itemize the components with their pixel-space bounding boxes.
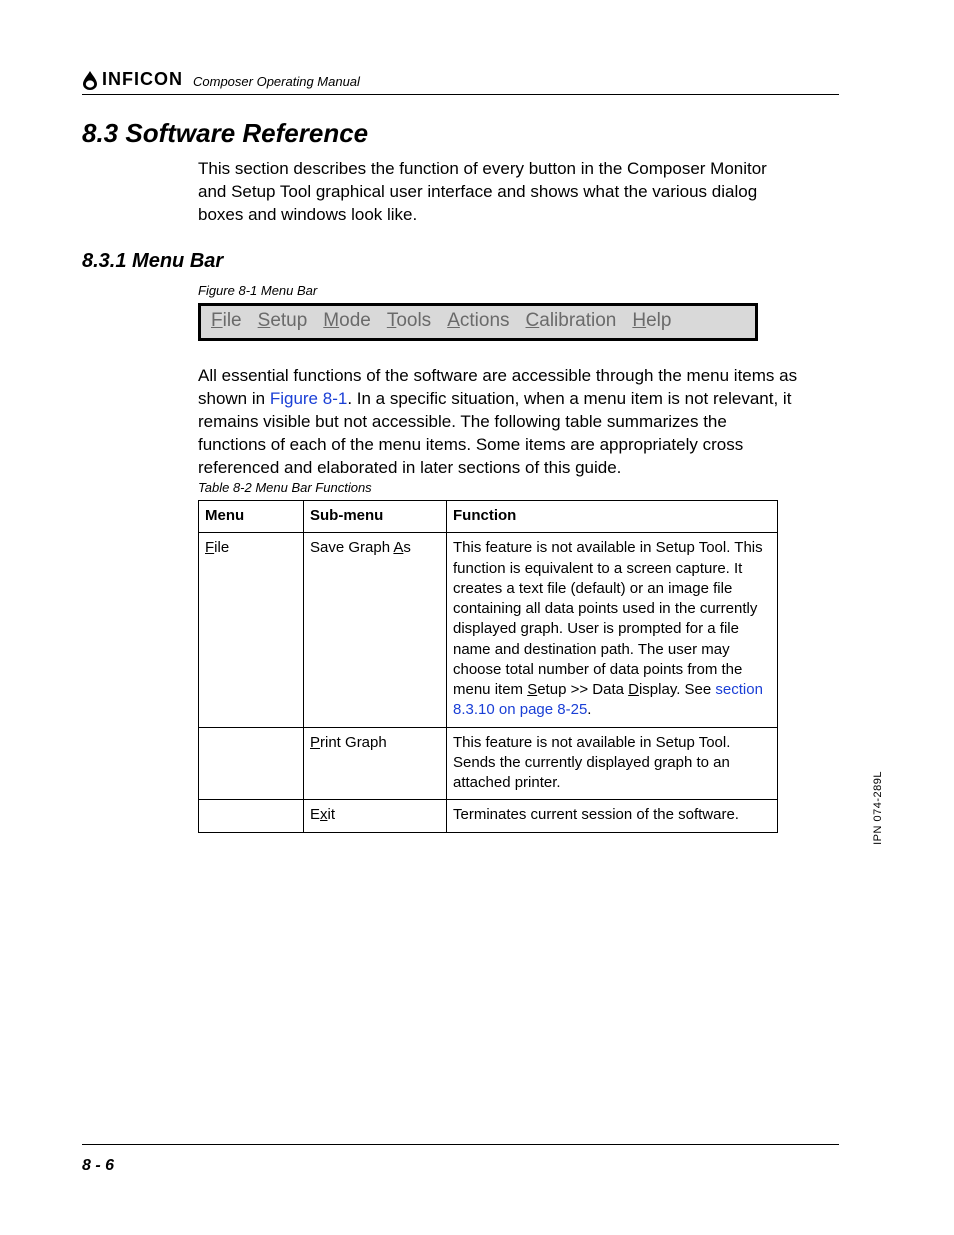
menu-item-tools[interactable]: Tools [387,310,431,332]
menu-item-file[interactable]: File [211,310,242,332]
cell-submenu: Save Graph As [304,533,447,727]
cell-function: Terminates current session of the softwa… [447,800,778,832]
col-header-menu: Menu [199,501,304,533]
menu-item-help[interactable]: Help [632,310,671,332]
menu-item-calibration[interactable]: Calibration [526,310,617,332]
cell-menu [199,727,304,800]
menu-item-actions[interactable]: Actions [447,310,509,332]
menu-item-mode[interactable]: Mode [323,310,371,332]
col-header-submenu: Sub-menu [304,501,447,533]
figure-caption: Figure 8-1 Menu Bar [198,283,317,298]
cell-submenu: Exit [304,800,447,832]
cell-function: This feature is not available in Setup T… [447,727,778,800]
table-row: File Save Graph As This feature is not a… [199,533,778,727]
table-row: Exit Terminates current session of the s… [199,800,778,832]
figure-xref[interactable]: Figure 8-1 [270,389,347,408]
inficon-drop-icon [82,70,98,90]
page-number: 8 - 6 [82,1157,114,1175]
brand-logo: INFICON [82,69,183,90]
table-row: Print Graph This feature is not availabl… [199,727,778,800]
menu-functions-table: Menu Sub-menu Function File Save Graph A… [198,500,778,833]
cell-function: This feature is not available in Setup T… [447,533,778,727]
menubar-figure: File Setup Mode Tools Actions Calibratio… [198,303,758,341]
side-ipn: IPN 074-289L [872,771,884,845]
section-heading: 8.3 Software Reference [82,118,368,149]
body-paragraph: All essential functions of the software … [198,365,798,480]
header-title: Composer Operating Manual [193,74,360,90]
cell-menu: File [199,533,304,727]
footer-rule [82,1144,839,1145]
menu-item-setup[interactable]: Setup [258,310,308,332]
page-header: INFICON Composer Operating Manual [82,62,839,95]
col-header-function: Function [447,501,778,533]
table-caption: Table 8-2 Menu Bar Functions [198,480,372,495]
intro-paragraph: This section describes the function of e… [198,158,788,227]
brand-text: INFICON [102,69,183,90]
table-header-row: Menu Sub-menu Function [199,501,778,533]
cell-menu [199,800,304,832]
cell-submenu: Print Graph [304,727,447,800]
subsection-heading: 8.3.1 Menu Bar [82,250,223,273]
